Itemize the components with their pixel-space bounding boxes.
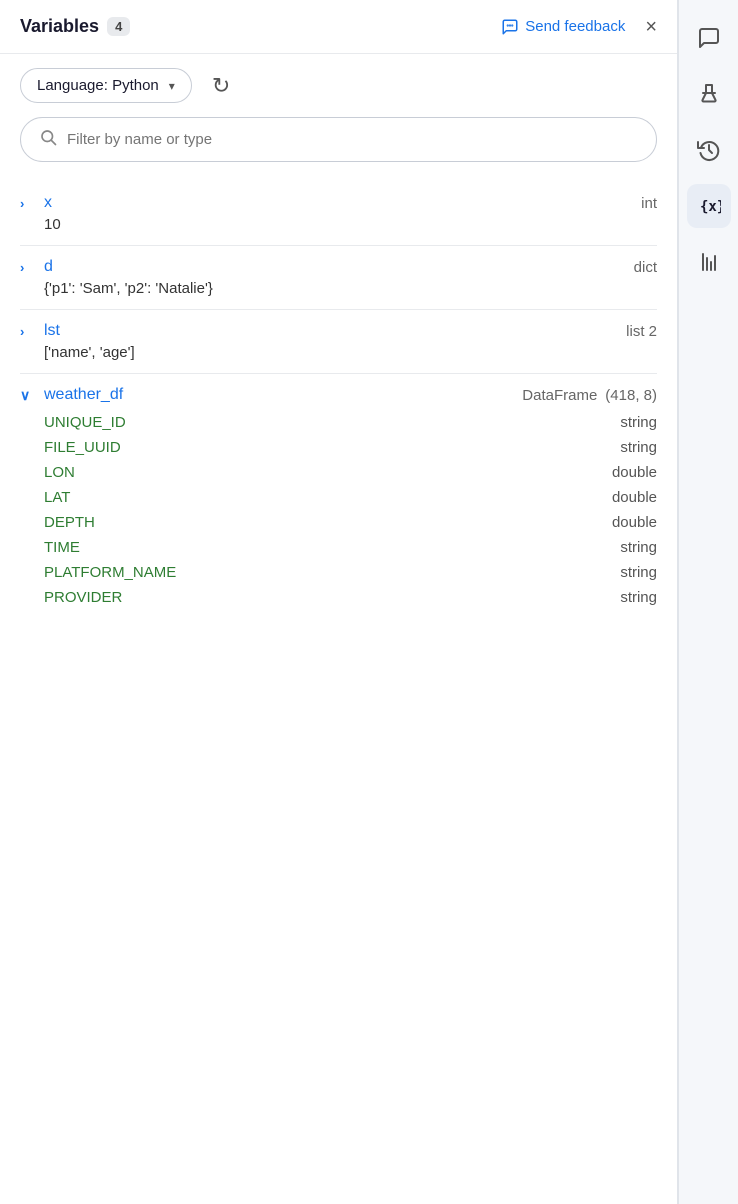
variable-d-value: {'p1': 'Sam', 'p2': 'Natalie'} (20, 278, 657, 305)
search-icon (39, 128, 57, 151)
df-col-file-uuid: FILE_UUID string (44, 435, 657, 460)
title-text: Variables (20, 16, 99, 37)
chat-icon (697, 26, 721, 50)
df-col-provider: PROVIDER string (44, 585, 657, 610)
variable-d-type: dict (634, 259, 657, 276)
variable-x-value: 10 (20, 214, 657, 241)
send-feedback-label: Send feedback (525, 18, 625, 35)
variable-lst-value: ['name', 'age'] (20, 342, 657, 369)
variable-lst: › lst list 2 ['name', 'age'] (20, 314, 657, 369)
variables-count-badge: 4 (107, 17, 130, 36)
variable-lst-type: list 2 (626, 323, 657, 340)
panel-title: Variables 4 (20, 16, 130, 37)
columns-sidebar-button[interactable] (687, 240, 731, 284)
df-col-lon: LON double (44, 460, 657, 485)
df-col-platform-name: PLATFORM_NAME string (44, 560, 657, 585)
columns-icon (697, 250, 721, 274)
expand-lst-icon: › (20, 324, 36, 339)
chevron-down-icon: ▾ (169, 79, 175, 93)
feedback-icon (501, 18, 519, 36)
history-sidebar-button[interactable] (687, 128, 731, 172)
variable-d-row[interactable]: › d dict (20, 250, 657, 278)
refresh-button[interactable]: ↻ (204, 69, 238, 103)
variable-weather-df: ∨ weather_df DataFrame (418, 8) UNIQUE_I… (20, 378, 657, 618)
toolbar: Language: Python ▾ ↻ (0, 54, 677, 117)
variable-weather-df-row[interactable]: ∨ weather_df DataFrame (418, 8) (20, 378, 657, 406)
dataframe-columns: UNIQUE_ID string FILE_UUID string LON do… (20, 406, 657, 618)
send-feedback-button[interactable]: Send feedback (501, 18, 625, 36)
variable-x-name: x (44, 194, 52, 212)
variables-panel: Variables 4 Send feedback × Language: Py… (0, 0, 678, 1204)
variable-x: › x int 10 (20, 186, 657, 241)
variable-d: › d dict {'p1': 'Sam', 'p2': 'Natalie'} (20, 250, 657, 305)
df-col-time: TIME string (44, 535, 657, 560)
expand-df-icon: ∨ (20, 387, 36, 404)
variable-x-type: int (641, 195, 657, 212)
variable-df-shape: (418, 8) (605, 387, 657, 404)
variables-sidebar-button[interactable]: {x} (687, 184, 731, 228)
variables-icon: {x} (697, 194, 721, 218)
df-col-depth: DEPTH double (44, 510, 657, 535)
search-container (0, 117, 677, 178)
search-bar (20, 117, 657, 162)
variable-d-name: d (44, 258, 53, 276)
variable-lst-name: lst (44, 322, 60, 340)
variable-lst-row[interactable]: › lst list 2 (20, 314, 657, 342)
expand-d-icon: › (20, 260, 36, 275)
variable-df-name: weather_df (44, 386, 123, 404)
right-sidebar: {x} (678, 0, 738, 1204)
chat-sidebar-button[interactable] (687, 16, 731, 60)
history-icon (697, 138, 721, 162)
panel-header: Variables 4 Send feedback × (0, 0, 677, 54)
search-input[interactable] (67, 131, 638, 148)
variable-df-type: DataFrame (522, 387, 597, 404)
divider-x (20, 245, 657, 246)
divider-lst (20, 373, 657, 374)
divider-d (20, 309, 657, 310)
df-col-lat: LAT double (44, 485, 657, 510)
variable-x-row[interactable]: › x int (20, 186, 657, 214)
flask-sidebar-button[interactable] (687, 72, 731, 116)
df-col-unique-id: UNIQUE_ID string (44, 410, 657, 435)
language-label: Language: Python (37, 77, 159, 94)
svg-text:{x}: {x} (700, 199, 721, 215)
language-selector[interactable]: Language: Python ▾ (20, 68, 192, 103)
variables-list: › x int 10 › d dict {'p1': 'Sam', 'p2': … (0, 178, 677, 1204)
flask-icon (697, 82, 721, 106)
refresh-icon: ↻ (212, 73, 230, 99)
expand-x-icon: › (20, 196, 36, 211)
close-button[interactable]: × (645, 17, 657, 37)
